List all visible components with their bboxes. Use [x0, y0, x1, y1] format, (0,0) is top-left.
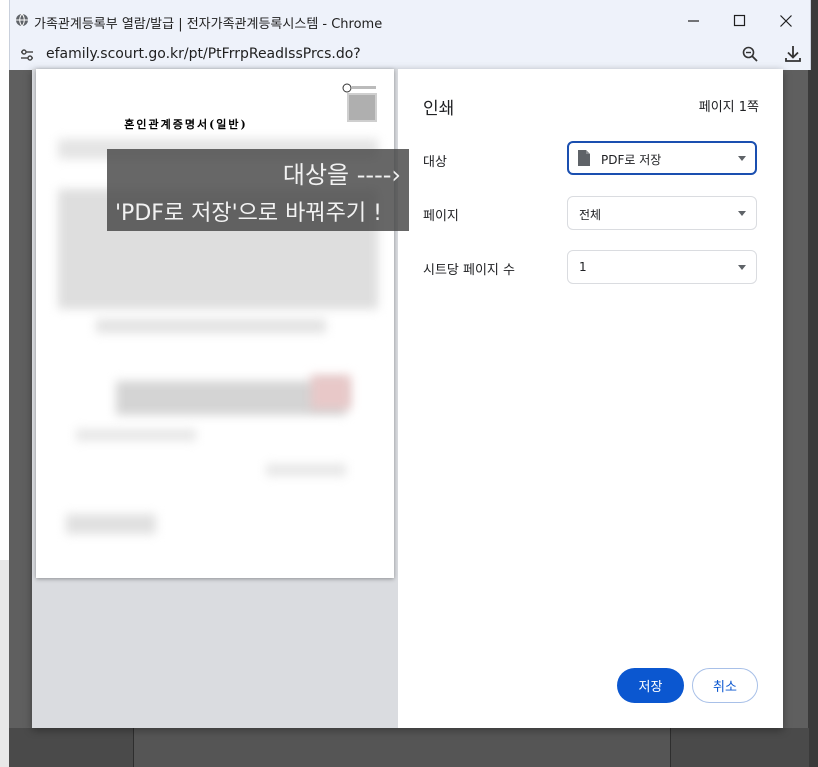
- save-button[interactable]: 저장: [617, 668, 684, 703]
- download-icon[interactable]: [783, 44, 803, 64]
- blurred-content: [266, 464, 346, 476]
- url-text[interactable]: efamily.scourt.go.kr/pt/PtFrrpReadIssPrc…: [46, 46, 361, 62]
- close-icon: [780, 15, 792, 27]
- destination-label: 대상: [423, 155, 447, 170]
- blurred-stamp: [311, 375, 351, 409]
- background-app-bottom: [9, 728, 809, 767]
- print-settings-panel: 인쇄 페이지 1쪽 대상 PDF로 저장 페이지 전체 시트당 페이지 수 1 …: [398, 69, 783, 728]
- preview-page: 혼인관계증명서(일반): [36, 69, 394, 578]
- site-settings-icon[interactable]: [19, 47, 35, 63]
- pages-per-sheet-value: 1: [579, 260, 587, 274]
- page-count: 페이지 1쪽: [698, 100, 759, 115]
- annotation-line-1: 대상을 ----›: [282, 161, 401, 189]
- window-title: 가족관계등록부 열람/발급 | 전자가족관계등록시스템 - Chrome: [34, 17, 383, 32]
- file-icon: [578, 150, 590, 166]
- title-bar: 가족관계등록부 열람/발급 | 전자가족관계등록시스템 - Chrome: [10, 0, 810, 40]
- maximize-icon: [733, 14, 746, 27]
- cancel-button[interactable]: 취소: [692, 668, 758, 703]
- annotation-line-2: 'PDF로 저장'으로 바꿔주기 !: [115, 201, 382, 226]
- minimize-button[interactable]: [674, 6, 714, 36]
- pages-value: 전체: [579, 208, 602, 222]
- maximize-button[interactable]: [720, 6, 760, 36]
- blurred-content: [76, 429, 196, 441]
- pages-per-sheet-label: 시트당 페이지 수: [423, 263, 515, 278]
- zoom-icon[interactable]: [741, 45, 759, 63]
- destination-value: PDF로 저장: [601, 153, 662, 167]
- blurred-content: [66, 514, 156, 534]
- background-app-left-panel: [0, 560, 9, 767]
- destination-select[interactable]: PDF로 저장: [567, 141, 757, 175]
- chrome-popup-window: 가족관계등록부 열람/발급 | 전자가족관계등록시스템 - Chrome efa…: [9, 0, 811, 70]
- dropdown-arrow-icon: [738, 211, 746, 216]
- blurred-content: [96, 319, 326, 333]
- pages-per-sheet-select[interactable]: 1: [567, 250, 757, 284]
- address-bar: efamily.scourt.go.kr/pt/PtFrrpReadIssPrc…: [10, 40, 810, 70]
- pages-label: 페이지: [423, 209, 459, 224]
- minimize-icon: [688, 20, 699, 22]
- print-heading: 인쇄: [423, 99, 455, 119]
- dropdown-arrow-icon: [738, 265, 746, 270]
- background-app-right: [808, 0, 818, 767]
- dropdown-arrow-icon: [738, 156, 746, 161]
- globe-icon: [16, 13, 28, 27]
- annotation-overlay: 대상을 ----› 'PDF로 저장'으로 바꿔주기 !: [107, 149, 409, 231]
- close-window-button[interactable]: [766, 6, 806, 36]
- pages-select[interactable]: 전체: [567, 196, 757, 230]
- document-title: 혼인관계증명서(일반): [124, 118, 248, 131]
- qr-code-icon: [342, 83, 377, 122]
